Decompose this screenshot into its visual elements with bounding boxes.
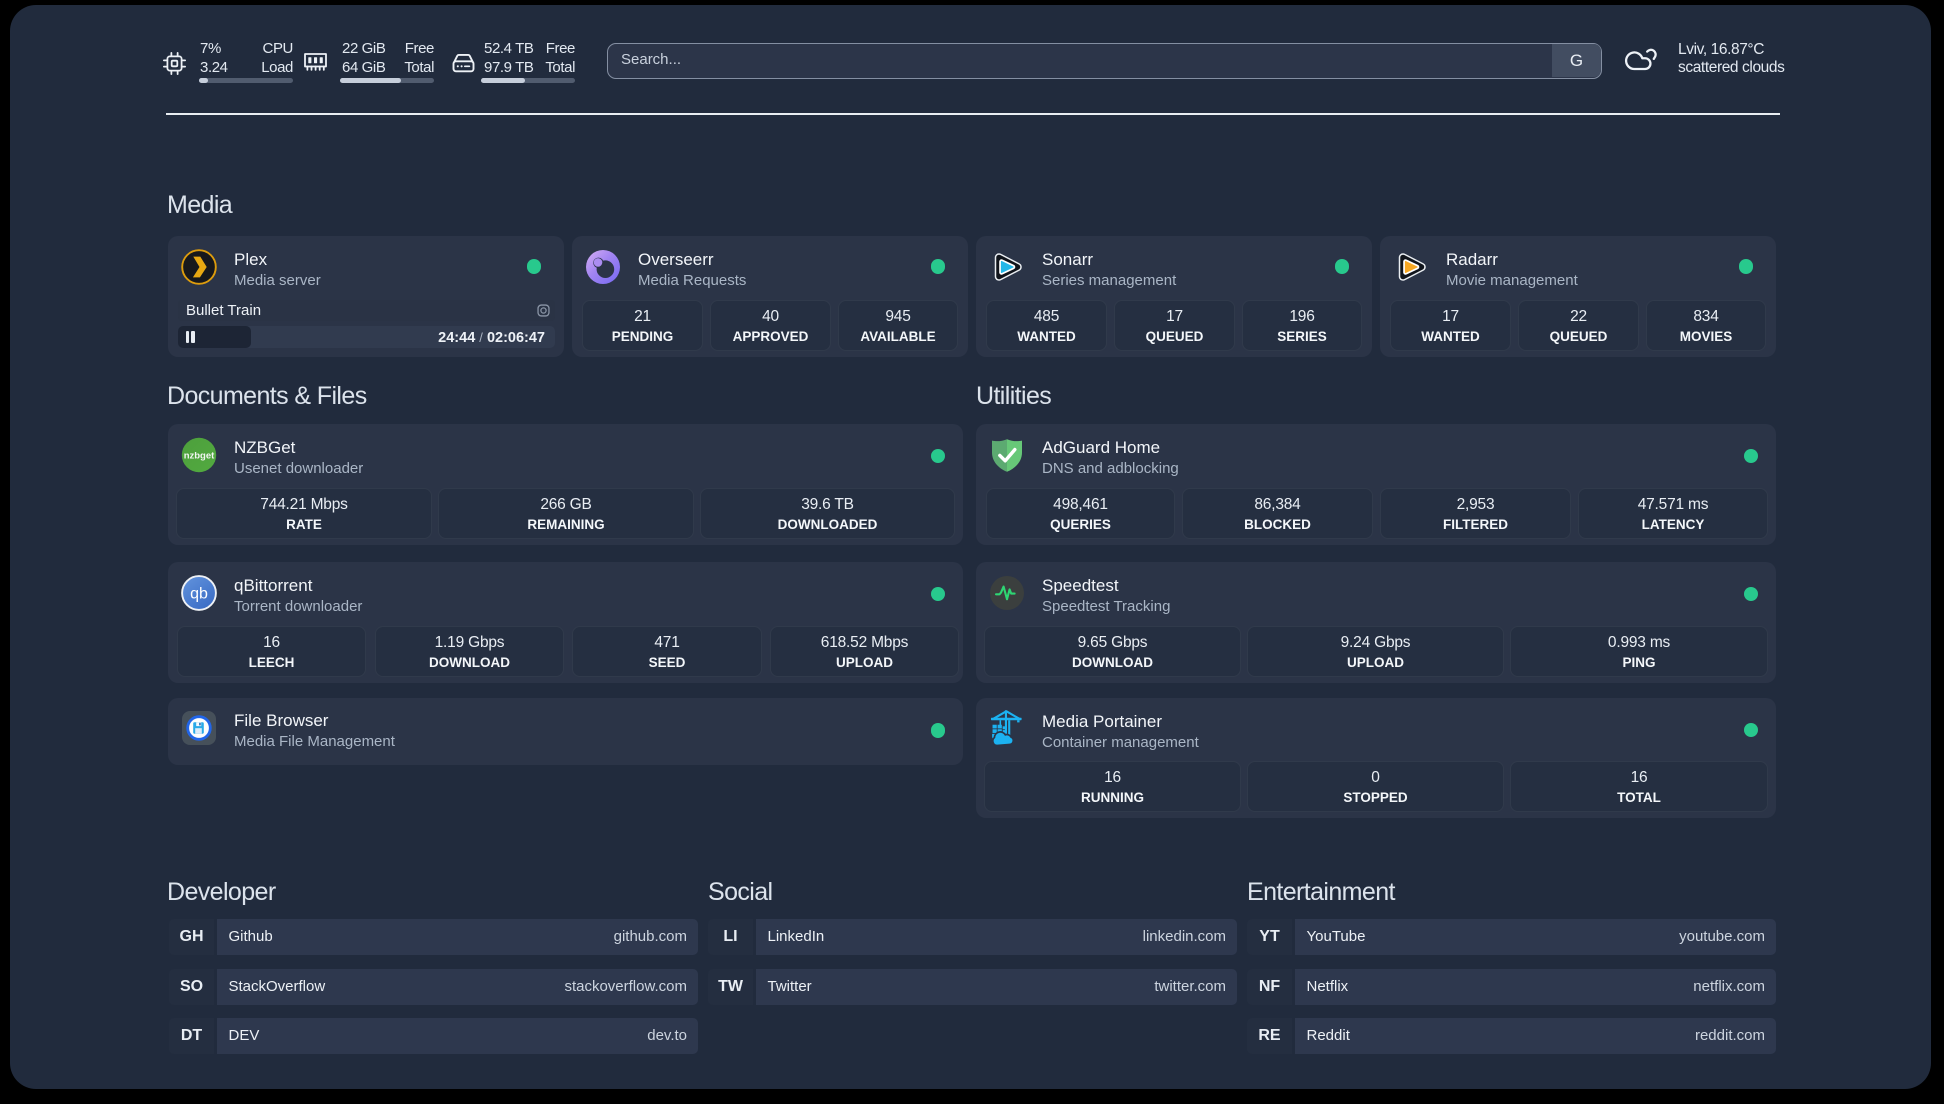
svg-text:nzbget: nzbget <box>184 451 215 462</box>
svg-text:qb: qb <box>190 586 208 603</box>
